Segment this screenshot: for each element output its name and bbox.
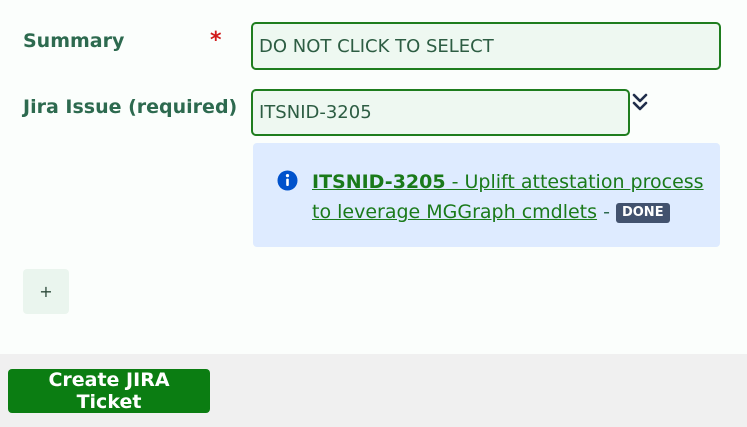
issue-preview-panel: ITSNID-3205 - Uplift attestation process… [253,143,720,247]
create-jira-ticket-button[interactable]: Create JIRA Ticket [8,369,210,413]
summary-label: Summary [23,30,125,52]
issue-preview-text: ITSNID-3205 - Uplift attestation process… [312,167,707,227]
jira-form: Summary * DO NOT CLICK TO SELECT Jira Is… [0,0,747,354]
status-badge: DONE [615,203,670,223]
form-footer: Create JIRA Ticket [0,354,747,427]
double-chevron-down-icon[interactable] [630,92,650,114]
info-icon [277,170,298,191]
add-field-button[interactable]: + [23,269,69,314]
required-marker: * [210,28,222,53]
summary-input[interactable]: DO NOT CLICK TO SELECT [251,22,721,70]
jira-issue-input[interactable]: ITSNID-3205 [251,89,630,136]
issue-separator: - [597,201,616,223]
issue-key: ITSNID-3205 [312,171,446,193]
jira-issue-label: Jira Issue (required) [23,96,238,118]
